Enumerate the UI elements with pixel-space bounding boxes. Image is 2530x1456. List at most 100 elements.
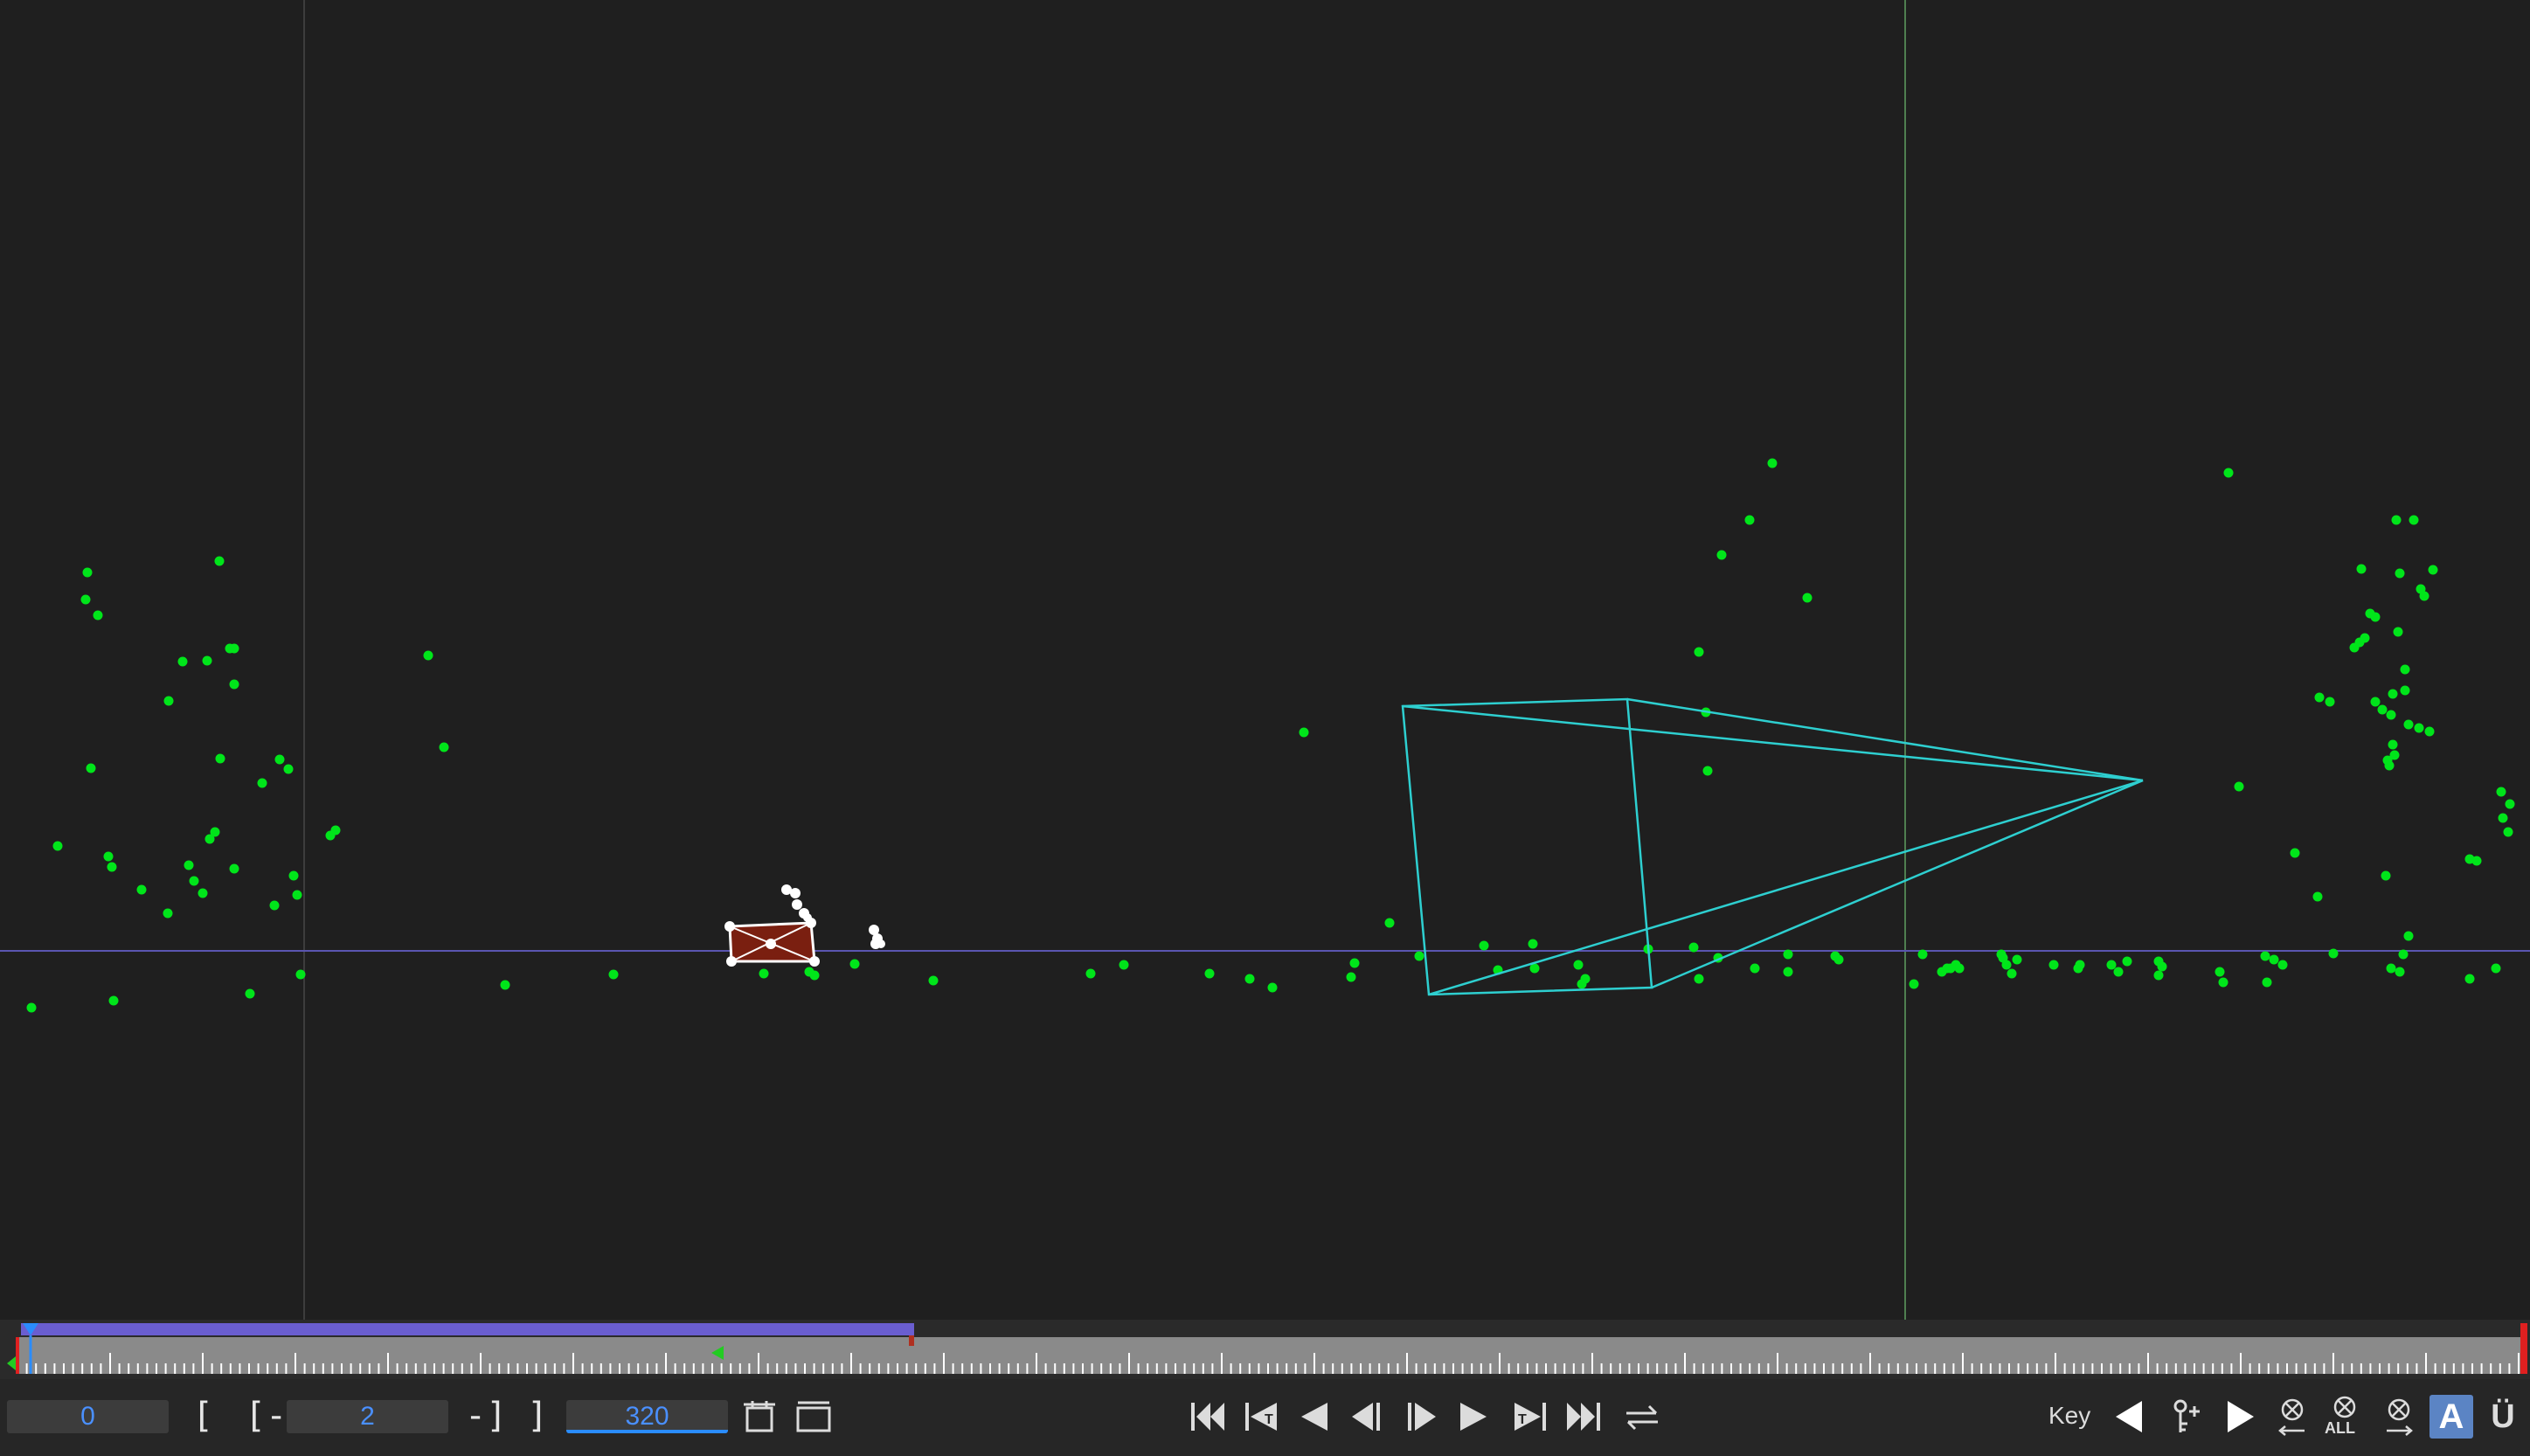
tracking-point [26,1002,37,1013]
full-range-button[interactable] [790,1393,837,1440]
range-end-indicator [2520,1323,2527,1374]
tracking-point [2370,697,2381,707]
tracking-point [189,876,199,886]
delete-all-keys-icon [2333,1396,2356,1418]
delete-key-right-button[interactable] [2375,1393,2423,1440]
loop-button[interactable] [1619,1393,1666,1440]
tracking-point [1267,982,1278,993]
out-point-button[interactable]: -] [465,1395,507,1437]
tracking-point [2262,977,2272,988]
tracking-point [86,763,96,773]
tracking-point [1783,967,1793,977]
tracking-point [1830,951,1840,961]
tracking-point [1414,951,1424,961]
tracking-point [2464,974,2475,984]
tracking-point [202,655,212,666]
tracking-point [103,851,114,862]
tracking-point [2122,956,2132,967]
tracking-point [245,988,255,999]
tracking-point [229,643,239,654]
tracking-point [439,742,449,752]
next-key-button[interactable] [2216,1393,2263,1440]
tracking-point [2505,799,2515,809]
fit-range-icon [744,1401,775,1432]
prev-keyframe-button[interactable]: T [1237,1393,1285,1440]
next-key-icon [2228,1401,2254,1432]
timeline-ruler[interactable] [0,1320,2530,1379]
tracking-point [1346,972,1356,982]
prev-key-button[interactable] [2106,1393,2153,1440]
tracking-point [1942,963,1952,974]
step-forward-button[interactable] [1398,1393,1445,1440]
last-button[interactable]: Ü [2485,1395,2520,1439]
tracking-point [1917,949,1928,960]
tracking-point [1909,979,1919,989]
fit-range-button[interactable] [736,1393,783,1440]
timeline-bar[interactable] [0,1320,2530,1379]
start-frame-field[interactable]: 0 [7,1400,169,1433]
key-label: Key [2048,1402,2091,1429]
tracking-point [2398,949,2409,960]
play-backward-button[interactable] [1290,1393,1337,1440]
tracking-point [269,900,280,911]
end-frame-field[interactable]: 320 [566,1400,728,1433]
tracking-point [2498,813,2508,823]
tracking-point [1580,974,1591,984]
tracking-point [2106,960,2117,970]
delete-all-keys-button[interactable]: ALL [2321,1393,2368,1440]
3d-viewport[interactable] [0,0,2530,1320]
tracking-point [288,870,299,881]
range-end-marker [909,1335,914,1346]
tracking-point [229,679,239,690]
tracking-point [2400,664,2410,675]
tracking-point [2370,612,2381,622]
tracking-point [1573,960,1584,970]
tracking-point [1750,963,1760,974]
tracking-point [257,778,267,788]
tracking-point [2377,704,2388,715]
tracking-point [229,863,239,874]
tracking-point [2393,627,2403,637]
tracking-point [2388,739,2398,750]
tracking-point [184,860,194,870]
auto-key-button[interactable]: A [2429,1395,2473,1439]
all-label: ALL [2325,1419,2355,1437]
step-backward-button[interactable] [1342,1393,1390,1440]
viewport-canvas[interactable] [0,0,2530,1320]
tracking-point [2395,967,2405,977]
start-bracket-button[interactable]: [ [192,1395,213,1437]
tracking-point [928,975,939,986]
delete-key-right-icon [2387,1398,2413,1436]
tracking-point [295,969,306,980]
current-frame-field[interactable]: 2 [287,1400,448,1433]
frustum-edge [1428,779,2144,996]
tracking-point [2491,963,2501,974]
in-point-button[interactable]: [- [245,1395,287,1437]
next-keyframe-button[interactable]: T [1507,1393,1554,1440]
end-bracket-button[interactable]: ] [527,1395,548,1437]
tracking-point [608,969,619,980]
tracking-point [177,656,188,667]
go-to-end-button[interactable] [1561,1393,1608,1440]
add-key-button[interactable] [2164,1393,2211,1440]
tracking-point [2496,787,2506,797]
tracking-point [2428,565,2438,575]
tracking-point [2409,515,2419,525]
selected-object[interactable] [724,884,885,967]
prev-keyframe-icon: T [1245,1403,1277,1431]
playback-range-bar[interactable] [21,1323,914,1335]
tracking-point [2424,726,2435,737]
go-to-start-button[interactable] [1183,1393,1230,1440]
tracking-point [2075,960,2085,970]
delete-key-left-button[interactable] [2269,1393,2316,1440]
tracking-point [809,970,820,981]
tracking-point [2419,591,2429,601]
play-forward-button[interactable] [1451,1393,1498,1440]
tracking-point [2400,685,2410,696]
tracking-point [1694,647,1704,657]
step-forward-icon [1408,1403,1436,1431]
tracking-point [2389,750,2400,760]
keyframe-marker[interactable] [7,1356,16,1370]
tracking-point [500,980,510,990]
tracking-point [1479,940,1489,951]
